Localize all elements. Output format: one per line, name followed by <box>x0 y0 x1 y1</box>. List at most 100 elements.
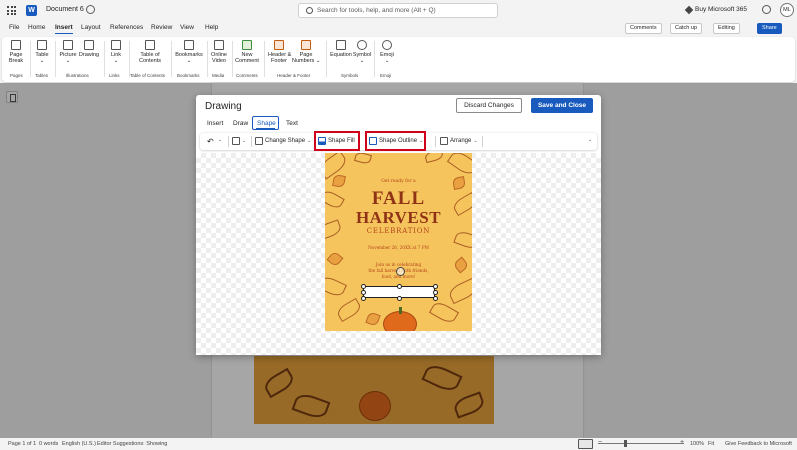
change-shape-button[interactable]: Change Shape ⌄ <box>255 137 311 145</box>
toolbar-divider <box>251 136 252 147</box>
page-numbers-button[interactable]: Page Numbers ⌄ <box>292 40 320 64</box>
give-feedback-link[interactable]: Give Feedback to Microsoft <box>725 441 792 447</box>
buy-365-label: Buy Microsoft 365 <box>695 6 748 13</box>
dialog-tab-draw[interactable]: Draw <box>233 120 248 127</box>
undo-button[interactable]: ↶ <box>207 137 214 146</box>
document-title[interactable]: Document 6 <box>46 6 84 13</box>
comments-button[interactable]: Comments <box>625 23 662 34</box>
arrange-icon <box>440 137 448 145</box>
chevron-down-icon: ⌄ <box>473 138 478 144</box>
rotation-handle[interactable] <box>396 267 405 276</box>
editing-mode-button[interactable]: Editing <box>713 23 740 34</box>
header-footer-icon <box>274 40 284 50</box>
fit-button[interactable]: Fit <box>708 441 714 447</box>
dialog-tab-insert[interactable]: Insert <box>207 120 223 127</box>
save-status-icon[interactable] <box>86 5 95 14</box>
chevron-down-icon: ⌄ <box>307 138 312 144</box>
resize-handle[interactable] <box>361 290 366 295</box>
language[interactable]: English (U.S.) <box>62 441 96 447</box>
equation-label: Equation <box>330 52 352 58</box>
arrange-button[interactable]: Arrange ⌄ <box>440 137 478 145</box>
app-launcher-icon[interactable] <box>7 6 16 15</box>
resize-handle[interactable] <box>361 284 366 289</box>
tab-help[interactable]: Help <box>205 24 218 31</box>
picture-button[interactable]: Picture ⌄ <box>58 40 78 64</box>
bookmarks-button[interactable]: Bookmarks ⌄ <box>174 40 204 64</box>
paste-button[interactable]: ⌄ <box>232 137 246 145</box>
resize-handle[interactable] <box>397 284 402 289</box>
leaf-illustration <box>365 311 381 327</box>
video-icon <box>214 40 224 50</box>
shape-outline-highlight <box>365 131 426 151</box>
table-of-contents-button[interactable]: Table of Contents <box>135 40 165 64</box>
undo-dropdown[interactable]: ⌄ <box>218 137 222 143</box>
discard-changes-button[interactable]: Discard Changes <box>456 98 522 113</box>
page-count[interactable]: Page 1 of 1 <box>8 441 36 447</box>
avatar[interactable]: ML <box>780 3 794 17</box>
group-label-media: Media <box>212 73 225 78</box>
tab-insert[interactable]: Insert <box>55 24 73 34</box>
fall-harvest-poster[interactable]: Get ready for a FALL HARVEST CELEBRATION… <box>325 153 472 331</box>
tab-view[interactable]: View <box>180 24 194 31</box>
poster-intro-text: Get ready for a <box>381 179 416 184</box>
table-of-contents-label: Table of Contents <box>138 52 161 64</box>
catch-up-button[interactable]: Catch up <box>670 23 703 34</box>
ribbon-divider <box>374 41 375 77</box>
ribbon-divider <box>129 41 130 77</box>
leaf-illustration <box>424 153 444 164</box>
table-button[interactable]: Table ⌄ <box>34 40 50 64</box>
page-break-button[interactable]: Page Break <box>7 40 25 64</box>
zoom-slider[interactable] <box>598 443 684 444</box>
tab-review[interactable]: Review <box>151 24 172 31</box>
chevron-down-icon: ⌄ <box>588 137 593 143</box>
gear-icon[interactable] <box>762 5 771 14</box>
drawing-label: Drawing <box>78 52 100 58</box>
chevron-down-icon: ⌄ <box>218 137 223 143</box>
resize-handle[interactable] <box>433 296 438 301</box>
zoom-slider-thumb[interactable] <box>624 440 627 447</box>
resize-handle[interactable] <box>433 290 438 295</box>
drawing-canvas[interactable]: Get ready for a FALL HARVEST CELEBRATION… <box>196 153 601 355</box>
header-footer-button[interactable]: Header & Footer <box>268 40 292 64</box>
diamond-icon <box>684 5 694 14</box>
word-count[interactable]: 0 words <box>39 441 58 447</box>
buy-microsoft-365-link[interactable]: Buy Microsoft 365 <box>684 5 748 14</box>
omega-icon <box>357 40 367 50</box>
share-button[interactable]: Share <box>757 23 782 34</box>
ribbon-divider <box>207 41 208 77</box>
symbol-label: Symbol ⌄ <box>352 52 372 64</box>
group-label-tables: Tables <box>35 73 49 78</box>
drawing-button[interactable]: Drawing <box>78 40 100 58</box>
search-input[interactable]: Search for tools, help, and more (Alt + … <box>298 3 498 18</box>
header-footer-label: Header & Footer <box>268 52 292 64</box>
zoom-in-button[interactable]: + <box>680 439 684 446</box>
table-icon <box>37 40 47 50</box>
dialog-tab-shape[interactable]: Shape <box>257 120 276 127</box>
resize-handle[interactable] <box>361 296 366 301</box>
link-button[interactable]: Link ⌄ <box>108 40 124 64</box>
new-comment-button[interactable]: New Comment <box>235 40 259 64</box>
dialog-tab-text[interactable]: Text <box>286 120 298 127</box>
toolbar-overflow-button[interactable]: ⌄ <box>588 137 592 143</box>
shape-fill-highlight <box>314 131 360 151</box>
editor-suggestions[interactable]: Editor Suggestions: Showing <box>97 441 167 447</box>
tab-references[interactable]: References <box>110 24 143 31</box>
drawing-icon <box>84 40 94 50</box>
save-and-close-button[interactable]: Save and Close <box>531 98 593 113</box>
tab-file[interactable]: File <box>9 24 19 31</box>
emoji-button[interactable]: Emoji ⌄ <box>378 40 396 64</box>
online-video-button[interactable]: Online Video <box>209 40 229 64</box>
resize-handle[interactable] <box>433 284 438 289</box>
symbol-button[interactable]: Symbol ⌄ <box>352 40 372 64</box>
tab-layout[interactable]: Layout <box>81 24 101 31</box>
toolbar-divider <box>435 136 436 147</box>
tab-home[interactable]: Home <box>28 24 45 31</box>
print-layout-button[interactable] <box>578 439 593 449</box>
page-numbers-icon <box>301 40 311 50</box>
leaf-illustration <box>353 153 373 165</box>
ribbon-divider <box>264 41 265 77</box>
resize-handle[interactable] <box>397 296 402 301</box>
equation-button[interactable]: Equation <box>330 40 352 58</box>
zoom-level[interactable]: 100% <box>690 441 704 447</box>
page-break-icon <box>11 40 21 50</box>
